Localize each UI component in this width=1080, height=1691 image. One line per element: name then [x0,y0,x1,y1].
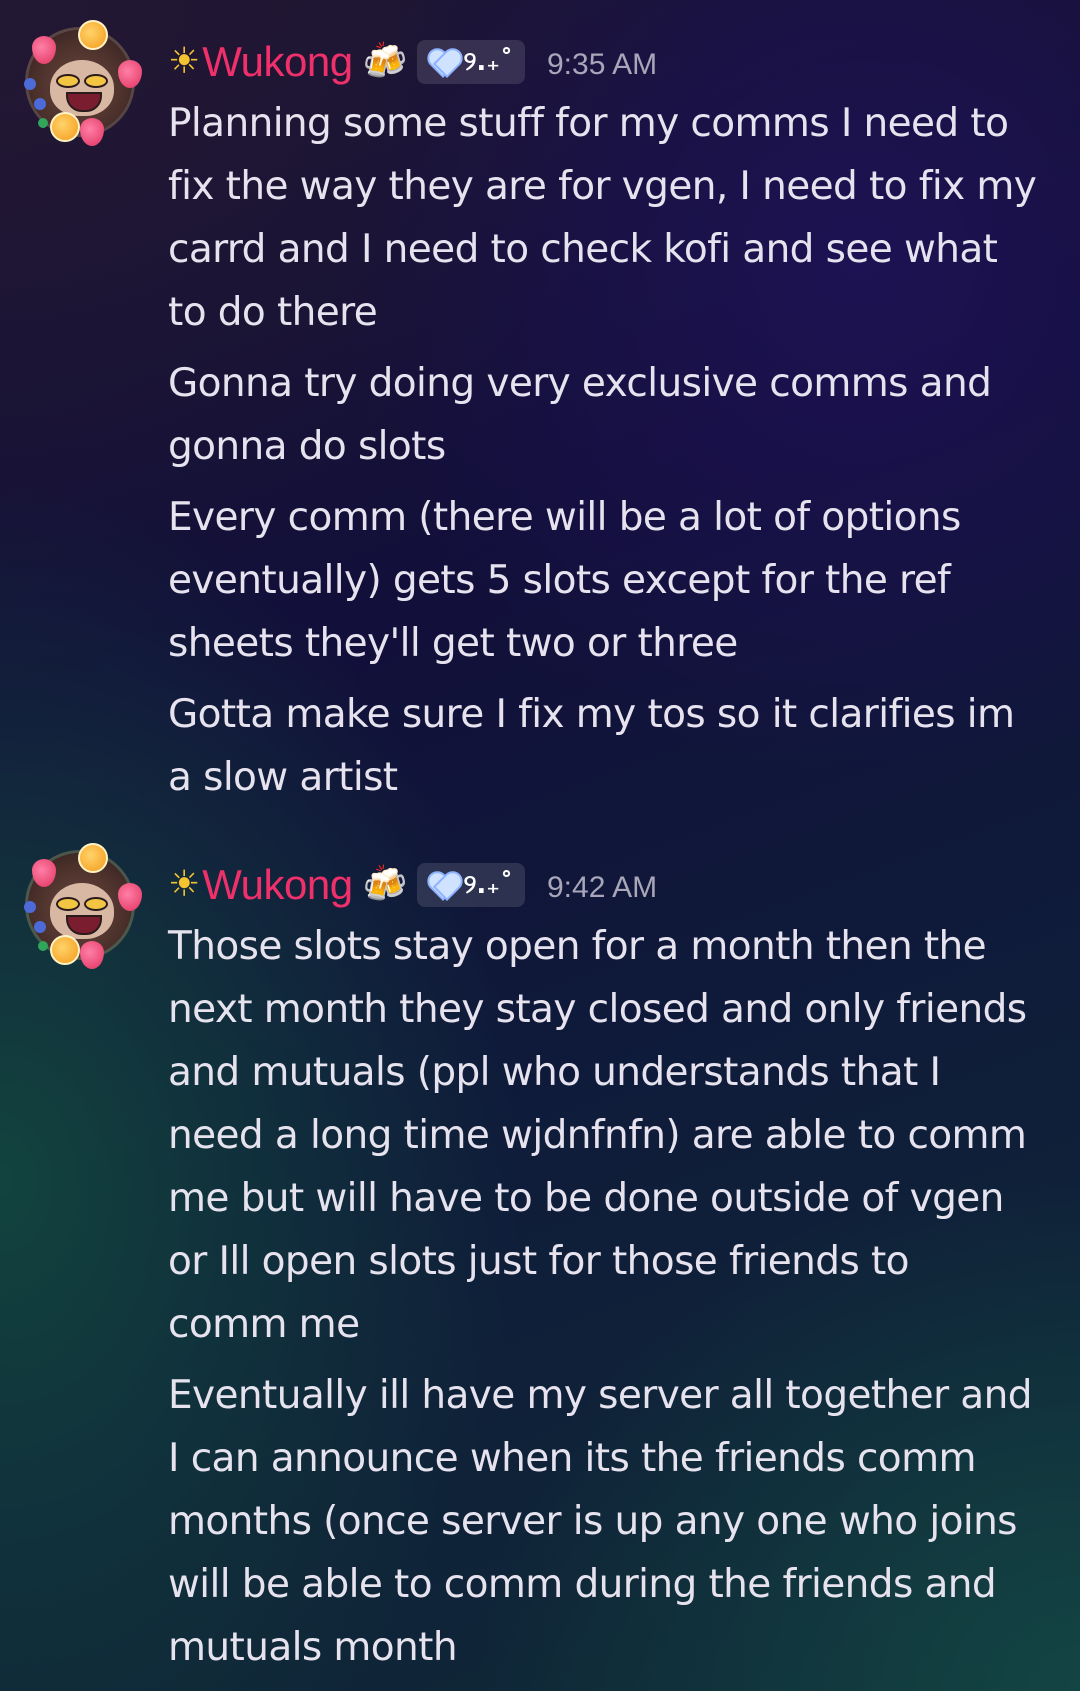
leaf-decoration [38,941,48,951]
message-text[interactable]: Planning some stuff for my comms I need … [168,92,1040,344]
avatar[interactable] [20,20,142,146]
server-tag-badge[interactable]: ୨.₊˚ [417,40,525,84]
server-tag-text: ୨.₊˚ [463,46,513,77]
text-line: will be able to comm during the friends … [168,1562,997,1607]
heart-icon [429,873,457,897]
strawberry-decoration [80,118,104,146]
blueberry-decoration [34,98,46,110]
text-line: months (once server is up any one who jo… [168,1499,1018,1544]
text-line: sheets they'll get two or three [168,621,738,666]
sun-icon: ☀ [168,864,201,905]
orange-decoration [50,935,80,965]
text-line: gonna do slots [168,424,446,469]
server-tag-text: ୨.₊˚ [463,869,513,900]
text-line: carrd and I need to check kofi and see w… [168,227,998,272]
message-header: ☀ Wukong 🍻 ୨.₊˚ 9:42 AM [168,855,1040,915]
username[interactable]: Wukong [202,861,353,909]
text-line: and mutuals (ppl who understands that I [168,1050,941,1095]
blueberry-decoration [34,921,46,933]
heart-icon [429,50,457,74]
text-line: next month they stay closed and only fri… [168,987,1027,1032]
beer-mugs-icon: 🍻 [362,864,408,905]
message-content: ☀ Wukong 🍻 ୨.₊˚ 9:35 AM Planning some st… [168,32,1040,809]
timestamp[interactable]: 9:42 AM [547,865,657,905]
leaf-decoration [38,118,48,128]
text-line: a slow artist [168,755,398,800]
orange-decoration [50,112,80,142]
text-line: me but will have to be done outside of v… [168,1176,1004,1221]
message-text[interactable]: Gonna try doing very exclusive comms and… [168,352,1040,478]
strawberry-decoration [118,60,142,88]
text-line: need a long time wjdnfnfn) are able to c… [168,1113,1027,1158]
text-line: or Ill open slots just for those friends… [168,1239,910,1284]
orange-decoration [78,843,108,873]
text-line: comm me [168,1302,360,1347]
text-line: Eventually ill have my server all togeth… [168,1373,1032,1418]
avatar-face [50,883,114,939]
blueberry-decoration [24,78,36,90]
message-header: ☀ Wukong 🍻 ୨.₊˚ 9:35 AM [168,32,1040,92]
text-line: to do there [168,290,378,335]
text-line: I can announce when its the friends comm [168,1436,976,1481]
text-line: Gotta make sure I fix my tos so it clari… [168,692,1015,737]
text-line: Gonna try doing very exclusive comms and [168,361,992,406]
message-text[interactable]: Those slots stay open for a month then t… [168,915,1040,1356]
server-tag-badge[interactable]: ୨.₊˚ [417,863,525,907]
text-line: eventually) gets 5 slots except for the … [168,558,951,603]
sun-icon: ☀ [168,41,201,82]
message-text[interactable]: Gotta make sure I fix my tos so it clari… [168,683,1040,809]
orange-decoration [78,20,108,50]
avatar-face [50,60,114,116]
text-line: Planning some stuff for my comms I need … [168,101,1009,146]
message-text[interactable]: Eventually ill have my server all togeth… [168,1364,1040,1679]
timestamp[interactable]: 9:35 AM [547,42,657,82]
message-content: ☀ Wukong 🍻 ୨.₊˚ 9:42 AM Those slots stay… [168,855,1040,1679]
username[interactable]: Wukong [202,38,353,86]
message-text[interactable]: Every comm (there will be a lot of optio… [168,486,1040,675]
strawberry-decoration [118,883,142,911]
beer-mugs-icon: 🍻 [362,41,408,82]
text-line: Those slots stay open for a month then t… [168,924,987,969]
strawberry-decoration [80,941,104,969]
blueberry-decoration [24,901,36,913]
avatar[interactable] [20,843,142,969]
text-line: Every comm (there will be a lot of optio… [168,495,961,540]
text-line: mutuals month [168,1625,458,1670]
text-line: fix the way they are for vgen, I need to… [168,164,1037,209]
